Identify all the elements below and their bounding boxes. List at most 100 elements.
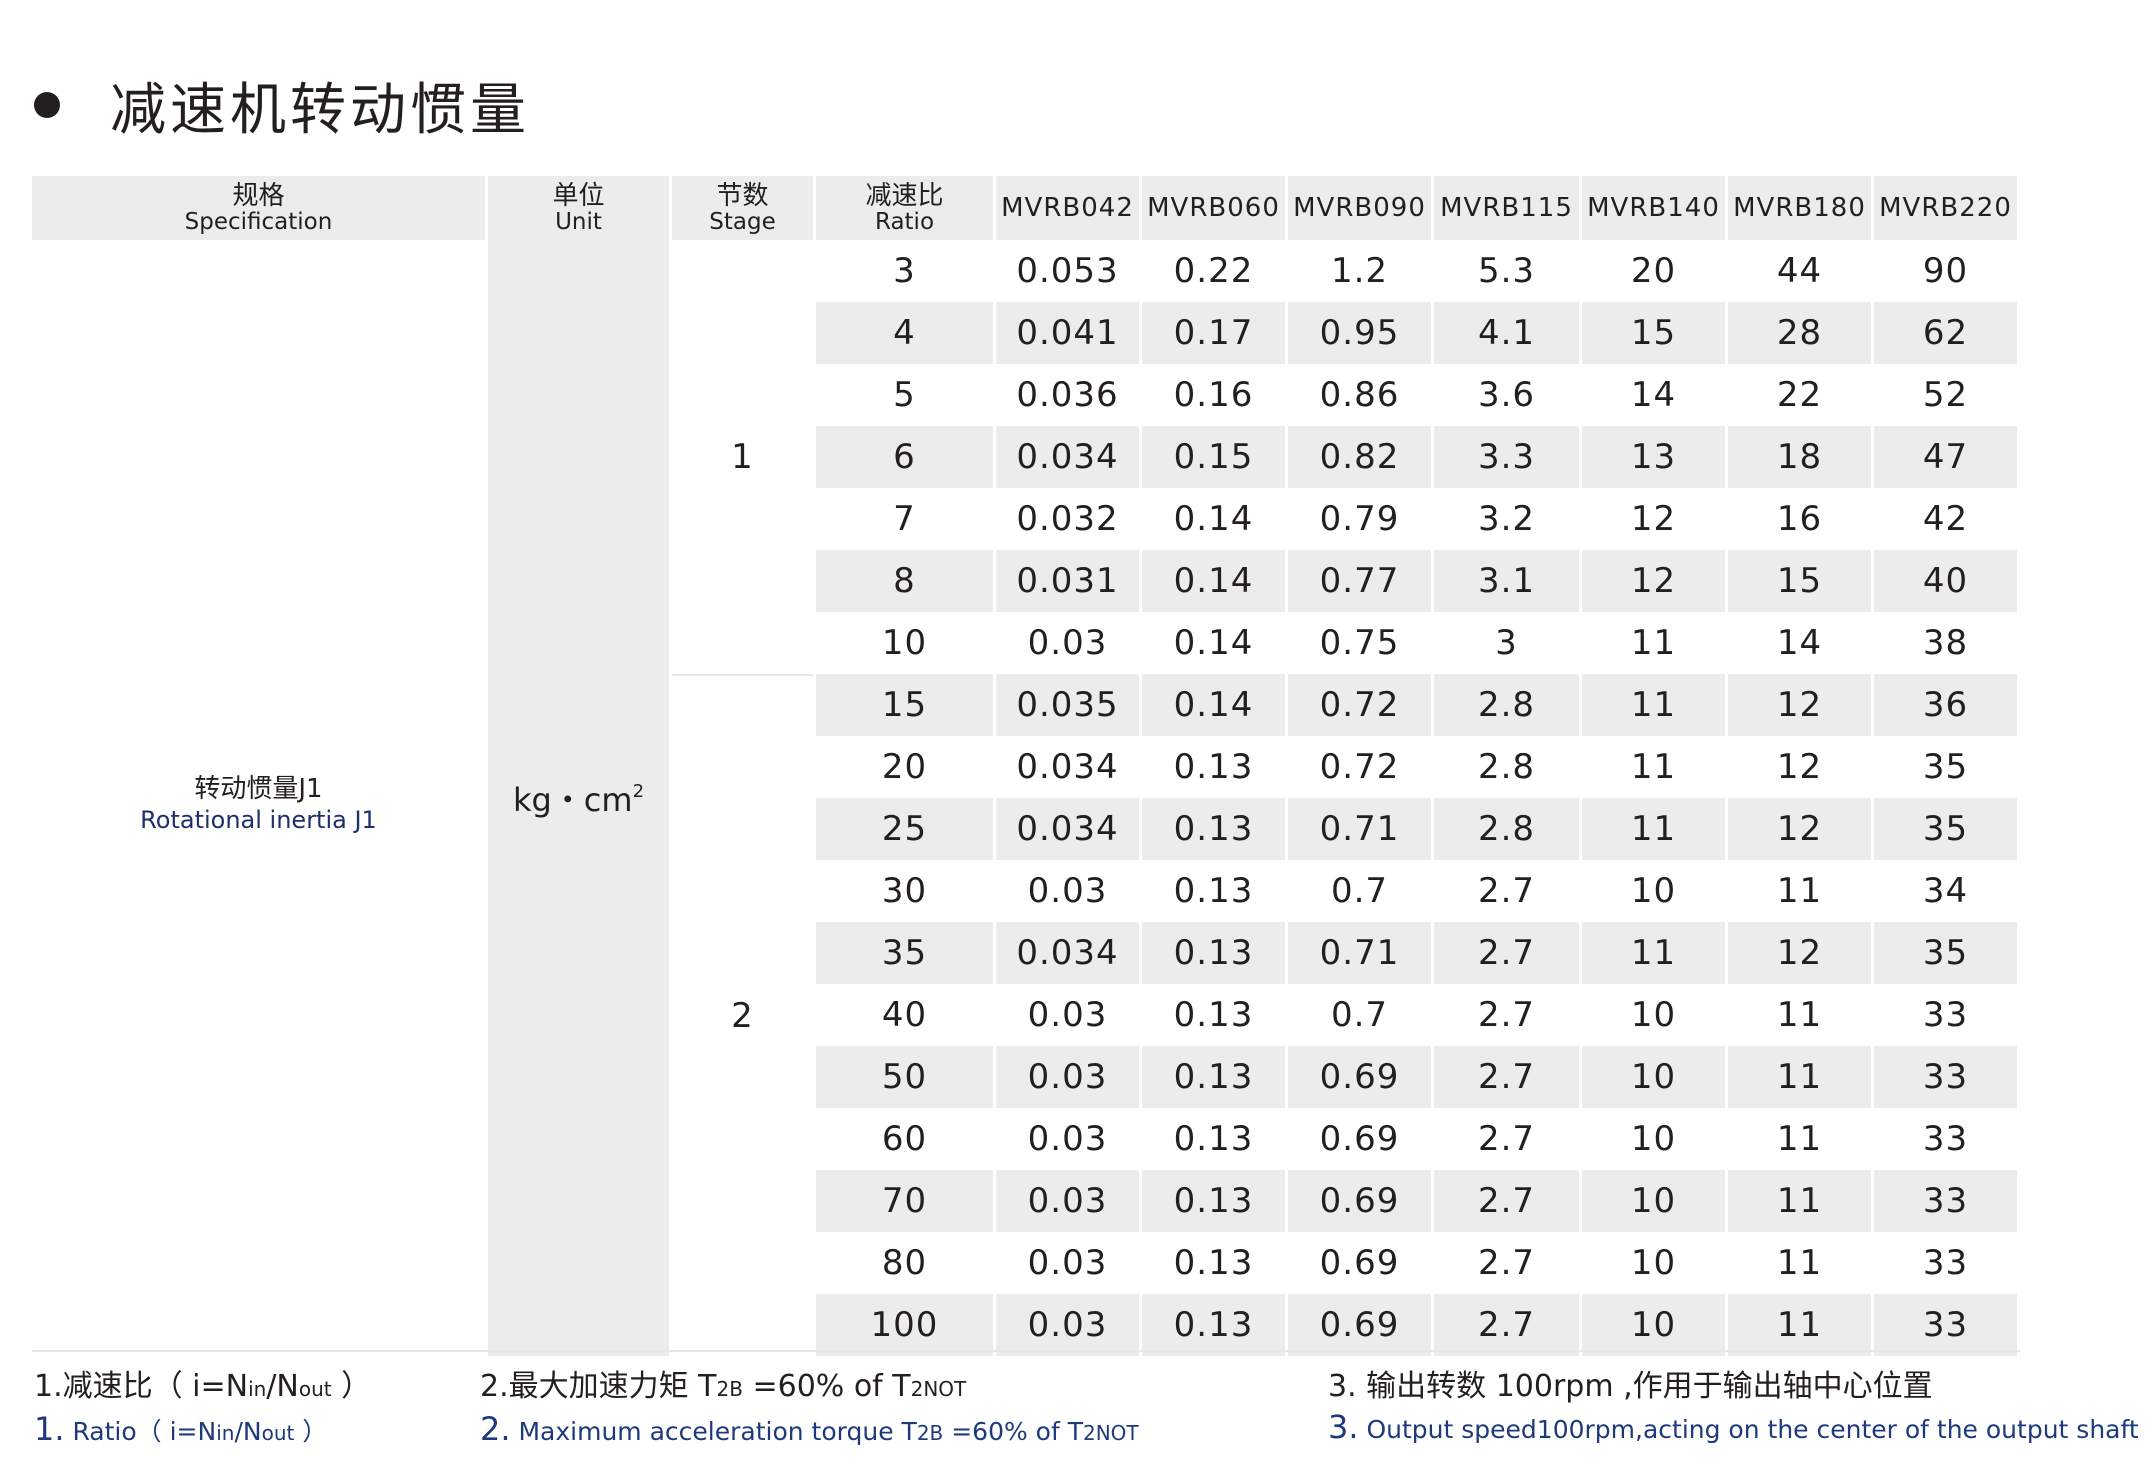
note-1: 1.减速比（ i=Nin/Nout ） 1. Ratio（ i=Nin/Nout… [34,1367,371,1453]
value-cell: 10 [1582,1170,1725,1232]
unit-exponent: 2 [632,781,645,802]
inertia-value: 90 [1922,251,1969,291]
value-cell: 0.034 [996,426,1139,488]
inertia-value: 3.3 [1477,437,1536,477]
value-cell: 33 [1874,1108,2017,1170]
inertia-value: 0.03 [1027,871,1108,911]
value-cell: 28 [1728,302,1871,364]
value-cell: 18 [1728,426,1871,488]
value-cell: 15 [1728,550,1871,612]
header-stage-en: Stage [709,209,776,235]
ratio-value: 80 [881,1243,928,1283]
value-cell: 11 [1582,798,1725,860]
value-cell: 0.69 [1288,1108,1431,1170]
header-model: MVRB090 [1288,176,1431,240]
value-cell: 0.71 [1288,798,1431,860]
value-cell: 0.03 [996,612,1139,674]
ratio-value: 5 [893,375,916,415]
inertia-value: 38 [1922,623,1969,663]
inertia-value: 0.053 [1016,251,1119,291]
ratio-cell: 100 [816,1294,993,1356]
value-cell: 52 [1874,364,2017,426]
value-cell: 2.7 [1434,1232,1579,1294]
inertia-value: 11 [1776,1057,1823,1097]
value-cell: 33 [1874,1232,2017,1294]
header-unit-zh: 单位 [552,181,605,211]
value-cell: 3.2 [1434,488,1579,550]
value-cell: 11 [1728,1232,1871,1294]
value-cell: 3.6 [1434,364,1579,426]
ratio-cell: 5 [816,364,993,426]
value-cell: 0.14 [1142,488,1285,550]
note-3-zh: 3. 输出转数 100rpm ,作用于输出轴中心位置 [1328,1369,1933,1404]
inertia-value: 12 [1776,747,1823,787]
value-cell: 0.14 [1142,550,1285,612]
value-cell: 12 [1582,488,1725,550]
inertia-value: 52 [1922,375,1969,415]
inertia-value: 0.16 [1173,375,1254,415]
value-cell: 0.03 [996,1108,1139,1170]
inertia-value: 33 [1922,1181,1969,1221]
inertia-value: 2.7 [1477,871,1536,911]
inertia-value: 2.7 [1477,1243,1536,1283]
value-cell: 0.03 [996,860,1139,922]
ratio-value: 7 [893,499,916,539]
ratio-value: 10 [881,623,928,663]
header-spec: 规格 Specification [32,176,485,240]
header-ratio-en: Ratio [874,209,935,235]
unit-base: kg・cm [512,781,633,819]
inertia-value: 12 [1776,685,1823,725]
inertia-value: 0.71 [1319,809,1400,849]
value-cell: 16 [1728,488,1871,550]
value-cell: 2.7 [1434,1294,1579,1356]
header-spec-en: Specification [184,209,333,235]
inertia-value: 2.8 [1477,685,1536,725]
value-cell: 10 [1582,860,1725,922]
inertia-value: 11 [1630,747,1677,787]
ratio-cell: 35 [816,922,993,984]
value-cell: 0.13 [1142,860,1285,922]
header-model: MVRB220 [1874,176,2017,240]
value-cell: 0.95 [1288,302,1431,364]
model-name: MVRB220 [1879,193,2012,223]
value-cell: 62 [1874,302,2017,364]
ratio-cell: 70 [816,1170,993,1232]
inertia-value: 0.14 [1173,623,1254,663]
inertia-value: 11 [1776,1181,1823,1221]
inertia-value: 10 [1630,1057,1677,1097]
model-name: MVRB042 [1001,193,1134,223]
inertia-value: 0.034 [1016,747,1119,787]
value-cell: 0.75 [1288,612,1431,674]
value-cell: 10 [1582,1232,1725,1294]
inertia-value: 11 [1776,995,1823,1035]
note-2: 2.最大加速力矩 T2B =60% of T2NOT 2. Maximum ac… [480,1367,1139,1453]
model-name: MVRB090 [1293,193,1426,223]
ratio-value: 25 [881,809,928,849]
stage-cell: 2 [672,674,813,1356]
value-cell: 0.13 [1142,1294,1285,1356]
value-cell: 0.13 [1142,922,1285,984]
value-cell: 0.036 [996,364,1139,426]
ratio-value: 6 [893,437,916,477]
inertia-value: 0.03 [1027,623,1108,663]
inertia-value: 0.13 [1173,1057,1254,1097]
value-cell: 11 [1582,736,1725,798]
value-cell: 11 [1728,1294,1871,1356]
value-cell: 0.71 [1288,922,1431,984]
inertia-value: 0.69 [1319,1305,1400,1345]
inertia-value: 0.69 [1319,1243,1400,1283]
value-cell: 3.1 [1434,550,1579,612]
value-cell: 0.034 [996,798,1139,860]
value-cell: 11 [1728,860,1871,922]
header-unit: 单位 Unit [488,176,669,240]
inertia-value: 0.13 [1173,1119,1254,1159]
inertia-value: 0.036 [1016,375,1119,415]
value-cell: 11 [1582,922,1725,984]
inertia-value: 0.22 [1173,251,1254,291]
ratio-value: 30 [881,871,928,911]
ratio-value: 60 [881,1119,928,1159]
inertia-value: 0.17 [1173,313,1254,353]
header-spec-zh: 规格 [232,181,285,211]
inertia-value: 0.03 [1027,1243,1108,1283]
ratio-cell: 20 [816,736,993,798]
